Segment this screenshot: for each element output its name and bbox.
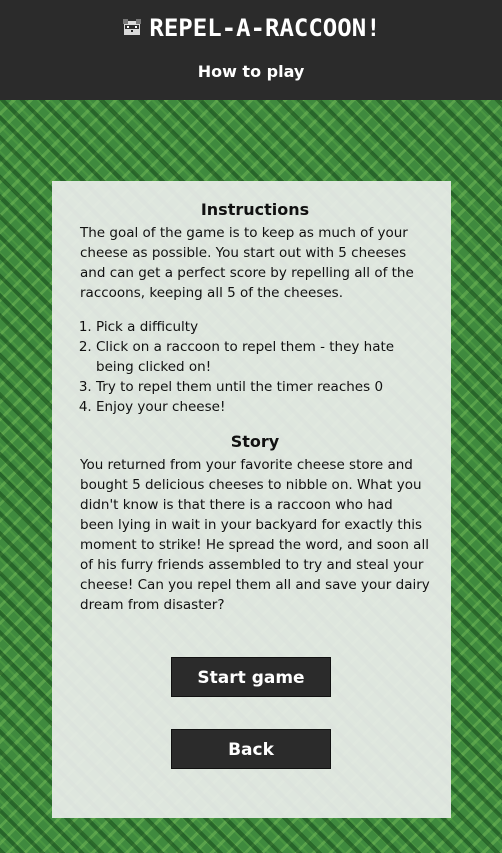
instructions-panel: Instructions The goal of the game is to … [52, 181, 451, 818]
panel-content: Instructions The goal of the game is to … [80, 199, 430, 615]
title-row: REPEL-A-RACCOON! [0, 13, 502, 43]
page-subtitle: How to play [197, 62, 305, 81]
story-heading: Story [230, 432, 280, 451]
steps-list: Pick a difficulty Click on a raccoon to … [80, 317, 430, 417]
story-text: You returned from your favorite cheese s… [80, 457, 430, 613]
game-title: REPEL-A-RACCOON! [149, 14, 381, 42]
step-item: Click on a raccoon to repel them - they … [96, 337, 430, 377]
step-item: Try to repel them until the timer reache… [96, 377, 430, 397]
header-bar: REPEL-A-RACCOON! How to play [0, 0, 502, 100]
step-item: Pick a difficulty [96, 317, 430, 337]
instructions-intro: The goal of the game is to keep as much … [80, 225, 414, 301]
raccoon-icon [121, 17, 143, 39]
back-button[interactable]: Back [171, 729, 331, 769]
step-item: Enjoy your cheese! [96, 397, 430, 417]
instructions-heading: Instructions [200, 200, 310, 219]
start-game-button[interactable]: Start game [171, 657, 331, 697]
